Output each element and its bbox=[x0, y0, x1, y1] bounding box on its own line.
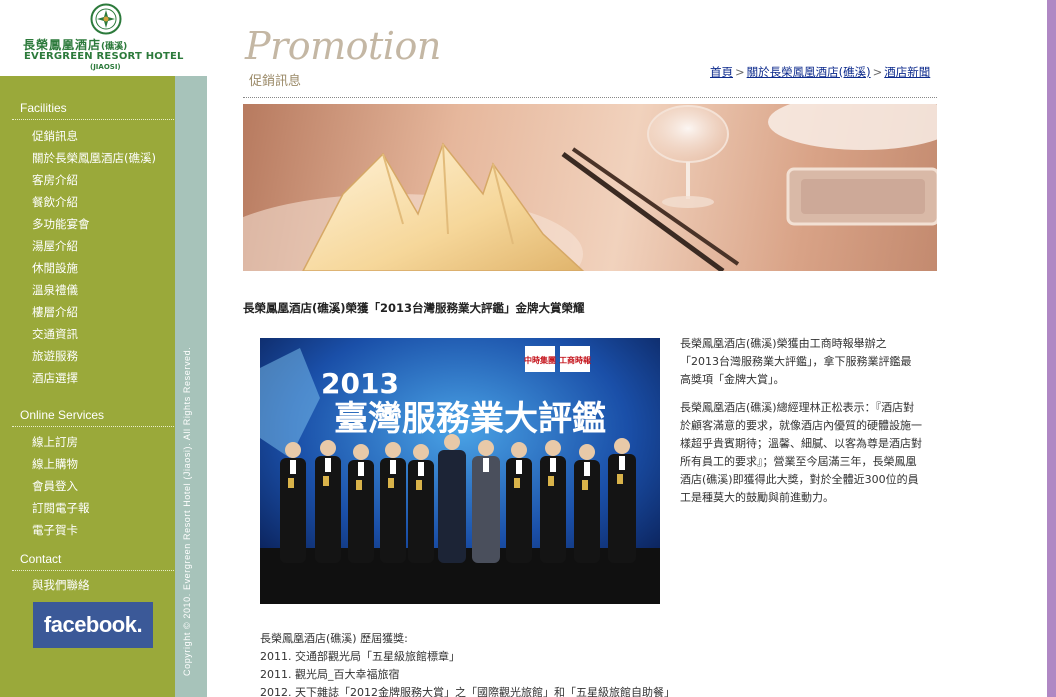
contact-menu: 與我們聯絡 bbox=[32, 574, 90, 596]
copyright-text: Copyright © 2010. Evergreen Resort Hotel… bbox=[182, 346, 192, 676]
menu-divider bbox=[12, 426, 174, 427]
header-divider bbox=[243, 97, 937, 98]
contact-heading: Contact bbox=[20, 552, 62, 566]
media-logo-left: 中時集團 bbox=[524, 355, 556, 365]
page-subtitle: 促銷訊息 bbox=[249, 74, 302, 89]
menu-item-hot-spring-etiquette[interactable]: 溫泉禮儀 bbox=[32, 279, 156, 301]
breadcrumb-separator: > bbox=[872, 65, 883, 79]
awards-history-item: 2012. 天下雜誌「2012金牌服務大賞」之「國際觀光旅館」和「五星級旅館自助… bbox=[260, 686, 675, 697]
menu-item-floors[interactable]: 樓層介紹 bbox=[32, 301, 156, 323]
awards-history-item: 2011. 交通部觀光局「五星級旅館標章」 bbox=[260, 650, 460, 663]
menu-item-banquet[interactable]: 多功能宴會 bbox=[32, 213, 156, 235]
logo-english-name: EVERGREEN RESORT HOTEL bbox=[24, 51, 184, 62]
hotel-logo[interactable]: 長榮鳳凰酒店(礁溪) EVERGREEN RESORT HOTEL (JIAOS… bbox=[0, 0, 207, 76]
logo-english-sub: (JIAOSI) bbox=[90, 63, 121, 71]
menu-item-online-shop[interactable]: 線上購物 bbox=[32, 453, 90, 475]
award-ceremony-photo: 中時集團 工商時報 2013 臺灣服務業大評鑑 bbox=[260, 338, 660, 604]
menu-item-newsletter[interactable]: 訂閱電子報 bbox=[32, 497, 90, 519]
award-ceremony-illustration: 中時集團 工商時報 2013 臺灣服務業大評鑑 bbox=[260, 338, 660, 604]
sidebar: 長榮鳳凰酒店(礁溪) EVERGREEN RESORT HOTEL (JIAOS… bbox=[0, 0, 207, 697]
napkin-table-setting-illustration bbox=[243, 104, 937, 271]
awards-history-item: 2011. 觀光局_百大幸福旅宿 bbox=[260, 668, 400, 681]
awards-history-heading: 長榮鳳凰酒店(礁溪) 歷屆獲獎: bbox=[260, 632, 408, 645]
menu-item-dining[interactable]: 餐飲介紹 bbox=[32, 191, 156, 213]
photo-headline: 臺灣服務業大評鑑 bbox=[334, 399, 606, 439]
menu-item-member-login[interactable]: 會員登入 bbox=[32, 475, 90, 497]
breadcrumb-separator: > bbox=[735, 65, 745, 79]
menu-divider bbox=[12, 119, 174, 120]
online-services-menu: 線上訂房 線上購物 會員登入 訂閱電子報 電子賀卡 bbox=[32, 431, 90, 541]
online-services-heading: Online Services bbox=[20, 408, 105, 422]
menu-item-hotel-select[interactable]: 酒店選擇 bbox=[32, 367, 156, 389]
menu-item-online-booking[interactable]: 線上訂房 bbox=[32, 431, 90, 453]
breadcrumb-home-link[interactable]: 首頁 bbox=[710, 65, 733, 79]
menu-divider bbox=[12, 570, 174, 571]
awards-history: 長榮鳳凰酒店(礁溪) 歷屆獲獎: 2011. 交通部觀光局「五星級旅館標章」 2… bbox=[260, 630, 960, 697]
menu-item-transport[interactable]: 交通資訊 bbox=[32, 323, 156, 345]
menu-item-spa-rooms[interactable]: 湯屋介紹 bbox=[32, 235, 156, 257]
right-decorative-border bbox=[1047, 0, 1056, 697]
breadcrumb-news-link[interactable]: 酒店新聞 bbox=[884, 65, 930, 79]
breadcrumb: 首頁 > 關於長榮鳳凰酒店(礁溪) > 酒店新聞 bbox=[710, 64, 930, 80]
menu-item-about[interactable]: 關於長榮鳳凰酒店(礁溪) bbox=[32, 147, 156, 169]
breadcrumb-about-link[interactable]: 關於長榮鳳凰酒店(礁溪) bbox=[747, 65, 871, 79]
promotion-banner-image bbox=[243, 104, 937, 271]
article-paragraph-1: 長榮鳳凰酒店(礁溪)榮獲由工商時報舉辦之「2013台灣服務業大評鑑」，拿下服務業… bbox=[680, 337, 912, 386]
phoenix-emblem-icon bbox=[90, 3, 122, 35]
facilities-heading: Facilities bbox=[20, 101, 67, 115]
menu-item-rooms[interactable]: 客房介紹 bbox=[32, 169, 156, 191]
photo-year: 2013 bbox=[321, 367, 399, 400]
article-title: 長榮鳳凰酒店(礁溪)榮獲「2013台灣服務業大評鑑」金牌大賞榮耀 bbox=[243, 301, 585, 315]
menu-item-promotion[interactable]: 促銷訊息 bbox=[32, 125, 156, 147]
media-logo-right: 工商時報 bbox=[559, 355, 592, 365]
menu-item-leisure[interactable]: 休閒設施 bbox=[32, 257, 156, 279]
facebook-button[interactable]: facebook. bbox=[33, 602, 153, 648]
article-body: 長榮鳳凰酒店(礁溪)榮獲由工商時報舉辦之「2013台灣服務業大評鑑」，拿下服務業… bbox=[680, 335, 922, 517]
facilities-menu: 促銷訊息 關於長榮鳳凰酒店(礁溪) 客房介紹 餐飲介紹 多功能宴會 湯屋介紹 休… bbox=[32, 125, 156, 389]
menu-item-travel[interactable]: 旅遊服務 bbox=[32, 345, 156, 367]
menu-item-ecard[interactable]: 電子賀卡 bbox=[32, 519, 90, 541]
article-paragraph-2: 長榮鳳凰酒店(礁溪)總經理林正松表示：『酒店對於顧客滿意的要求，就像酒店內優質的… bbox=[680, 401, 922, 504]
menu-item-contact-us[interactable]: 與我們聯絡 bbox=[32, 574, 90, 596]
page-title: Promotion bbox=[245, 24, 441, 68]
